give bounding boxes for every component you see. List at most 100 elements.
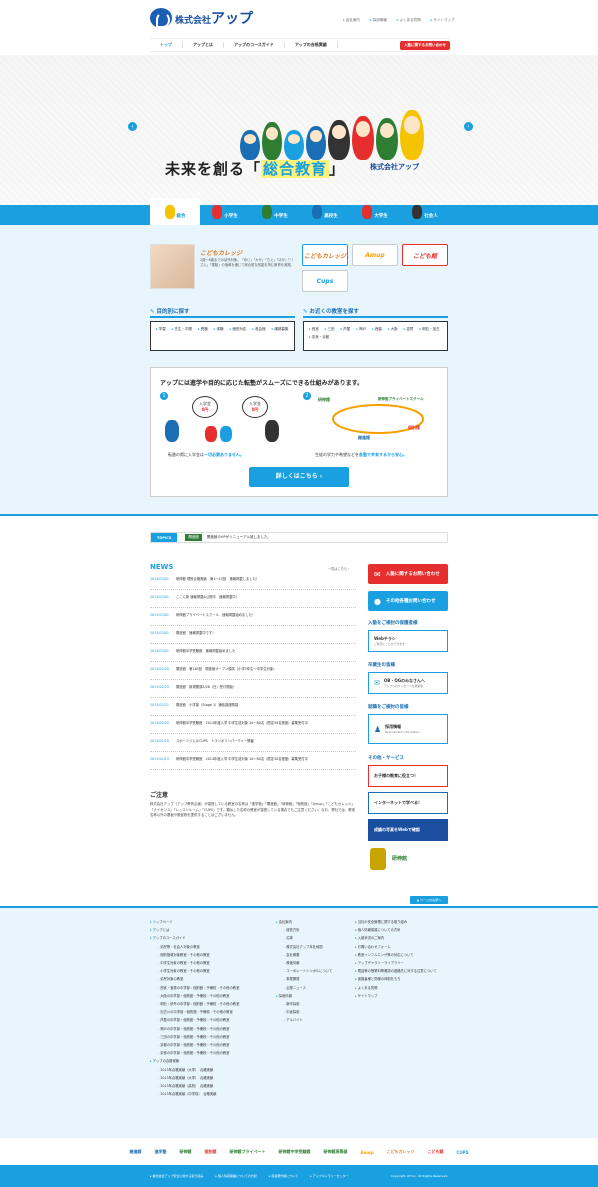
tab-elementary[interactable]: 小学生 bbox=[200, 198, 250, 225]
brand-logo[interactable]: こども館 bbox=[424, 1147, 446, 1157]
footer-link[interactable]: よくある質問 bbox=[355, 984, 437, 992]
contact-enrollment-button[interactable]: ✉ 入塾に関するお問い合わせ bbox=[368, 564, 448, 584]
purpose-link[interactable]: 体験 bbox=[214, 327, 224, 332]
footer-link[interactable]: 大阪の中学部・個別館・予備校・その他の教室 bbox=[150, 992, 239, 1000]
purpose-link[interactable]: 学習 bbox=[156, 327, 166, 332]
footer-link[interactable]: 会社案内 bbox=[276, 918, 332, 926]
banner-kodomokan[interactable]: こども館 bbox=[402, 244, 448, 266]
footer-link[interactable]: 当社の安全管理に関する取り組み bbox=[355, 918, 437, 926]
footer-link[interactable]: 入塾状況のご案内 bbox=[355, 934, 437, 942]
banner-kodomo-college[interactable]: こどもカレッジ bbox=[302, 244, 348, 266]
footer-link[interactable]: 個別指導対象教室・その他の教室 bbox=[150, 951, 239, 959]
news-item[interactable]: 2013/02/15 研伸館中学受験館 2014年度入学 中学生徒対象 10〜80… bbox=[150, 752, 356, 770]
bottom-link[interactable]: ▸ 株式会社アップ安全に関する取り組み bbox=[150, 1174, 203, 1178]
brand-logo[interactable]: 研伸館プライベート bbox=[227, 1147, 269, 1157]
news-title[interactable]: 開進館 速報掲載中です！ bbox=[176, 631, 356, 636]
service-banner-2[interactable]: インターネットで学べる！ bbox=[368, 792, 448, 814]
footer-link[interactable]: 小学生対象の教室・その他の教室 bbox=[150, 967, 239, 975]
footer-link[interactable]: 採用情報 bbox=[276, 992, 332, 1000]
area-link[interactable]: 明石・加古 bbox=[419, 327, 440, 332]
brand-logo[interactable]: 研伸館中学受験館 bbox=[276, 1147, 314, 1157]
area-link[interactable]: 芦屋 bbox=[341, 327, 350, 332]
brand-logo[interactable]: Amup bbox=[358, 1148, 377, 1157]
purpose-link[interactable]: 講師募集 bbox=[272, 327, 288, 332]
brand-logo[interactable]: CUPS bbox=[453, 1148, 471, 1157]
tab-high-school[interactable]: 高校生 bbox=[300, 198, 350, 225]
tab-general[interactable]: 総合 bbox=[150, 198, 200, 225]
area-link[interactable]: 西脇 bbox=[372, 327, 382, 332]
purpose-link[interactable]: 先生・中間 bbox=[172, 327, 193, 332]
news-item[interactable]: 2013/02/25 開進館 新規開講5/26（日）受付開始！ bbox=[150, 680, 356, 698]
util-link-faq[interactable]: よくある質問 bbox=[397, 18, 421, 23]
brand-logo[interactable]: 個別館 bbox=[202, 1147, 220, 1157]
recruit-banner[interactable]: ♟ 採用情報 Recruitment information bbox=[368, 714, 448, 744]
footer-link[interactable]: 奈良の中学部・個別館・予備校・その他の教室 bbox=[150, 1049, 239, 1057]
footer-link[interactable]: アップの合格実績 bbox=[150, 1057, 239, 1065]
footer-link[interactable]: 2013年合格実績（高校） 合格実績 bbox=[150, 1082, 239, 1090]
footer-link[interactable]: 2013年合格実績（大学） 合格実績 bbox=[150, 1074, 239, 1082]
partner-label[interactable]: 研伸館 bbox=[392, 855, 407, 862]
footer-link[interactable]: 個人情報保護についての方針 bbox=[355, 926, 437, 934]
nav-course-guide[interactable]: アップのコースガイド bbox=[224, 42, 285, 48]
news-title[interactable]: 開進館 新規開講5/26（日）受付開始！ bbox=[176, 685, 356, 690]
footer-link[interactable]: 株価情報 bbox=[276, 959, 332, 967]
util-link-sitemap[interactable]: サイトマップ bbox=[431, 18, 455, 23]
footer-link[interactable]: アップとは bbox=[150, 926, 239, 934]
news-title[interactable]: 開進館 小学部（Stage 1）通信講座開講 bbox=[176, 703, 356, 708]
footer-link[interactable]: アルバイト bbox=[276, 1016, 332, 1024]
footer-link[interactable]: 教室インフルエンザ等の対応について bbox=[355, 951, 437, 959]
hero-next-arrow[interactable]: › bbox=[464, 122, 473, 131]
bottom-link[interactable]: ▸ 音楽著作権について bbox=[269, 1174, 298, 1178]
footer-link[interactable]: 2013年合格実績（中学校） 合格実績 bbox=[150, 1090, 239, 1098]
footer-link[interactable]: 中途採用 bbox=[276, 1008, 332, 1016]
news-item[interactable]: 2013/03/01 研伸館プライベートスクール 速報掲載始めました！ bbox=[150, 608, 356, 626]
news-item[interactable]: 2013/02/21 開進館 小学部（Stage 1）通信講座開講 bbox=[150, 698, 356, 716]
footer-link[interactable]: アップギャラリーライブラリー bbox=[355, 959, 437, 967]
footer-link[interactable]: サイトマップ bbox=[355, 992, 437, 1000]
util-link-company[interactable]: 会社案内 bbox=[343, 18, 360, 23]
purpose-link[interactable]: 個別対応 bbox=[230, 327, 246, 332]
news-title[interactable]: 研伸館中学受験館 速報掲載始めました bbox=[176, 649, 356, 654]
purpose-link[interactable]: 受験 bbox=[198, 327, 208, 332]
news-title[interactable]: 研伸館中学受験館 2014年度入学 中学生徒対象 10〜80名（限定30名程度）… bbox=[176, 721, 356, 726]
nav-top[interactable]: トップ bbox=[150, 42, 183, 48]
footer-link[interactable]: お問い合わせフォーム bbox=[355, 943, 437, 951]
brand-logo[interactable]: 進学塾 bbox=[152, 1147, 170, 1157]
tab-junior-high[interactable]: 中学生 bbox=[250, 198, 300, 225]
purpose-link[interactable]: 各会館 bbox=[252, 327, 266, 332]
footer-link[interactable]: 2013年合格実績（大学） 合格実績 bbox=[150, 1066, 239, 1074]
news-item[interactable]: 2013/03/01 研伸館中学受験館 速報掲載始めました bbox=[150, 644, 356, 662]
hero-prev-arrow[interactable]: ‹ bbox=[128, 122, 137, 131]
footer-link[interactable]: 株式会社アップ本社地図 bbox=[276, 943, 332, 951]
footer-link[interactable]: コーポレートシンボルについて bbox=[276, 967, 332, 975]
news-more-link[interactable]: 一覧はこちら › bbox=[328, 566, 349, 571]
service-banner-3[interactable]: 成績の写真をWebで確認 bbox=[368, 819, 448, 841]
area-link[interactable]: 滋賀 bbox=[404, 327, 413, 332]
tab-adult[interactable]: 社会人 bbox=[400, 198, 450, 225]
tab-university[interactable]: 大学生 bbox=[350, 198, 400, 225]
footer-link[interactable]: 中学生対象の教室・その他の教室 bbox=[150, 959, 239, 967]
footer-link[interactable]: 京都の中学部・個別館・予備校・その他の教室 bbox=[150, 1041, 239, 1049]
footer-link[interactable]: 電話等の授業料等確認の連絡先に対する注意について bbox=[355, 967, 437, 975]
footer-link[interactable]: 幼児対象の教室 bbox=[150, 975, 239, 983]
banner-cups[interactable]: Cups bbox=[302, 270, 348, 292]
details-button[interactable]: 詳しくはこちら › bbox=[249, 467, 349, 487]
news-title[interactable]: 研伸館 現役合格実績 第1〜15回 速報掲載しました！ bbox=[176, 577, 356, 582]
footer-link[interactable]: 西宮・宝塚の中学部・個別館・予備校・その他の教室 bbox=[150, 984, 239, 992]
footer-link[interactable]: 新卒採用 bbox=[276, 1000, 332, 1008]
footer-link[interactable]: 加古川の中学部・個別館・予備校・その他の教室 bbox=[150, 1008, 239, 1016]
alumni-banner[interactable]: ✉ OB・OGのみなさんへ アップへのメッセージを募集中 bbox=[368, 672, 448, 694]
news-title[interactable]: 開進館 第165回 開進館オープン模試（小学5年生〜中学生対象） bbox=[176, 667, 356, 672]
news-title[interactable]: 研伸館中学受験館 2014年度入学 中学生徒対象 10〜80名（限定30名程度）… bbox=[176, 757, 356, 762]
news-item[interactable]: 2013/02/20 研伸館中学受験館 2014年度入学 中学生徒対象 10〜80… bbox=[150, 716, 356, 734]
page-top-button[interactable]: ▲ ページの先頭へ bbox=[410, 896, 448, 904]
contact-other-button[interactable]: ● その他各種お問い合わせ bbox=[368, 591, 448, 611]
area-link[interactable]: 神戸 bbox=[356, 327, 366, 332]
company-logo[interactable]: 株式会社アップ bbox=[150, 8, 253, 28]
brand-logo[interactable]: 開進館 bbox=[127, 1147, 145, 1157]
area-link[interactable]: 奈良・京都 bbox=[309, 335, 330, 340]
area-link[interactable]: 大阪 bbox=[388, 327, 398, 332]
news-item[interactable]: 2013/02/18 スポーツジム＆CUPS トランポリンパーティー開催 bbox=[150, 734, 356, 752]
nav-about[interactable]: アップとは bbox=[183, 42, 224, 48]
footer-link[interactable]: 事業開発 bbox=[276, 975, 332, 983]
